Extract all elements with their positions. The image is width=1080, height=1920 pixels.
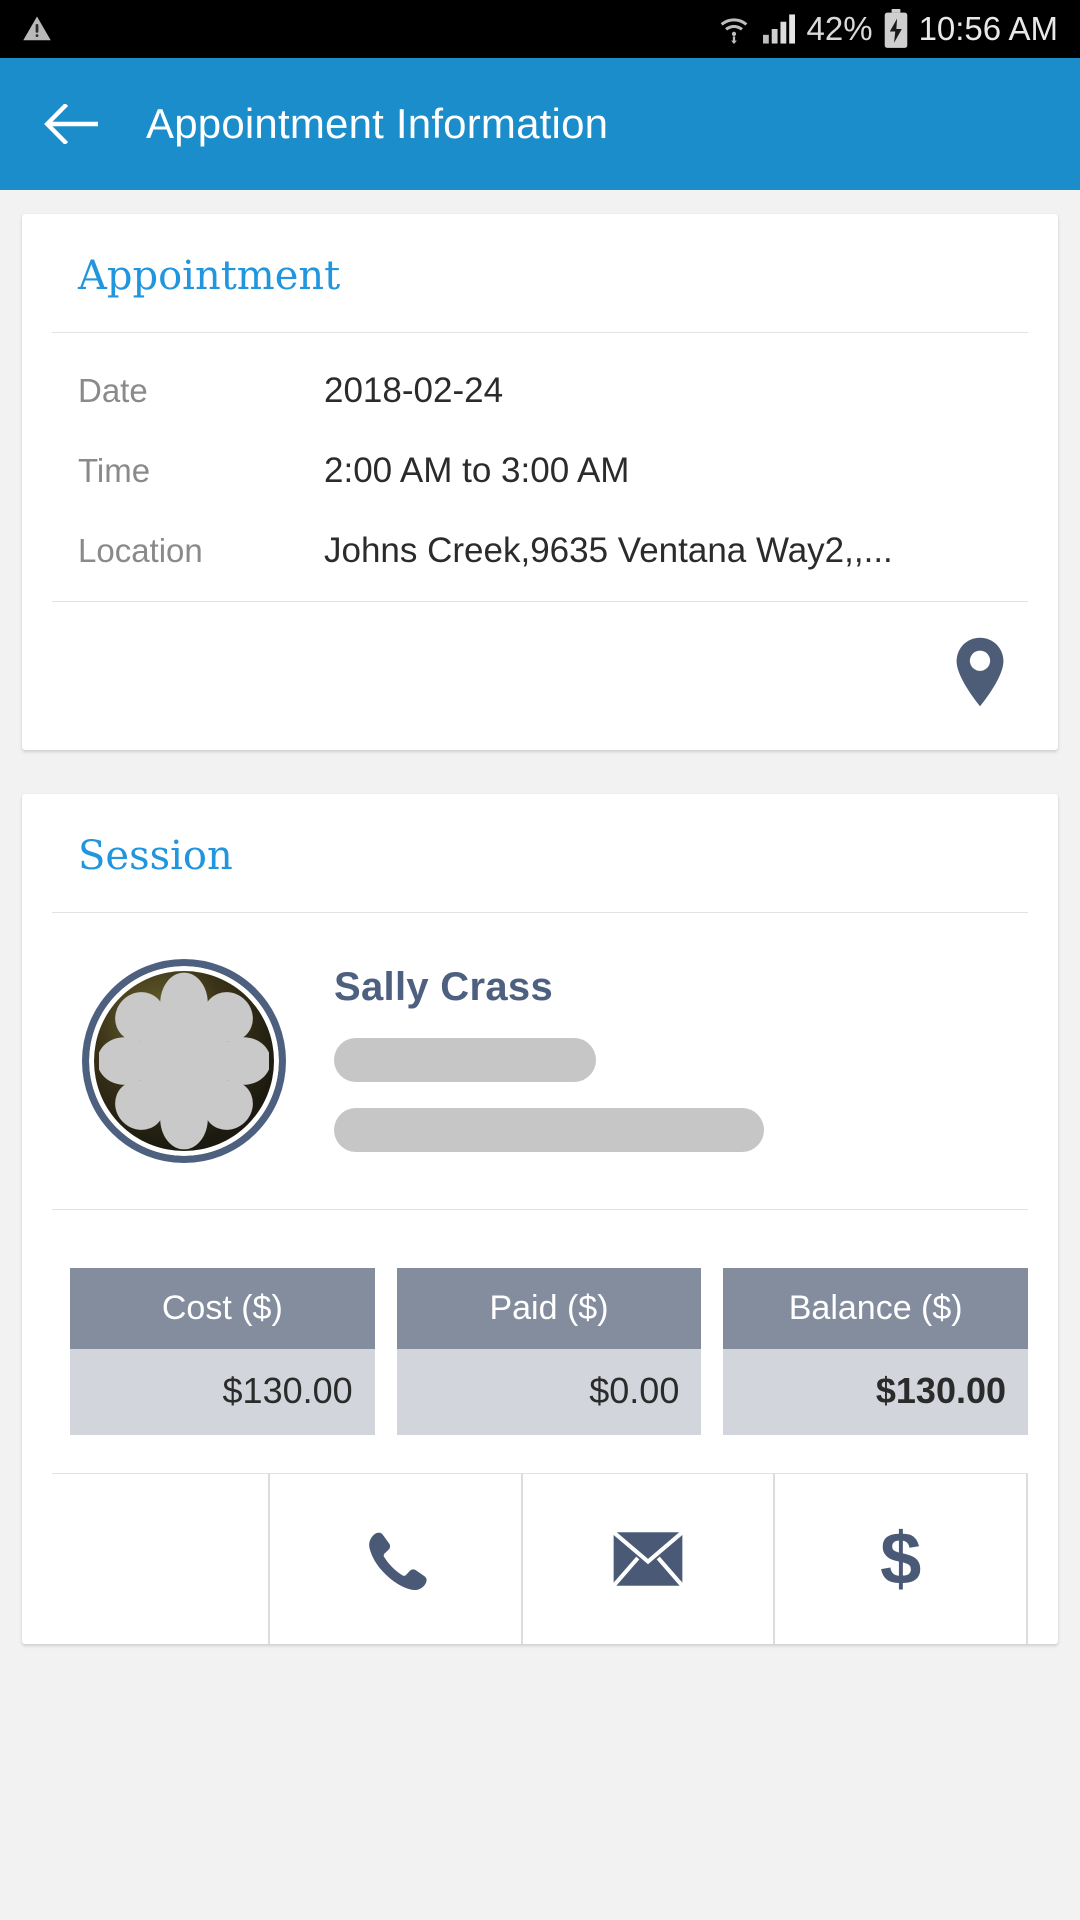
money-col-cost: Cost ($) $130.00 xyxy=(70,1268,375,1435)
location-value: Johns Creek,9635 Ventana Way2,,... xyxy=(324,531,893,570)
avatar[interactable] xyxy=(82,959,286,1163)
action-bar: $ xyxy=(52,1473,1029,1644)
page-content: Appointment Date 2018-02-24 Time 2:00 AM… xyxy=(0,190,1080,1644)
info-row-date: Date 2018-02-24 xyxy=(52,351,1028,431)
app-bar: Appointment Information xyxy=(0,58,1080,190)
back-arrow-icon[interactable] xyxy=(44,104,100,144)
map-pin-row xyxy=(52,602,1028,750)
map-pin-icon[interactable] xyxy=(952,636,1008,708)
session-card-title: Session xyxy=(78,833,233,879)
redacted-contact-line-1 xyxy=(334,1038,596,1082)
session-card: Session Sally Crass Cost ($) $130.00 Pai… xyxy=(22,794,1058,1644)
time-value: 2:00 AM to 3:00 AM xyxy=(324,451,630,490)
clock-label: 10:56 AM xyxy=(918,10,1058,47)
status-bar: 42% 10:56 AM xyxy=(0,0,1080,58)
person-name: Sally Crass xyxy=(334,965,554,1009)
phone-icon xyxy=(369,1532,427,1591)
paid-value: $0.00 xyxy=(396,1349,702,1435)
dollar-icon: $ xyxy=(880,1516,922,1600)
money-summary: Cost ($) $130.00 Paid ($) $0.00 Balance … xyxy=(52,1210,1029,1473)
battery-charging-icon xyxy=(884,9,907,48)
envelope-icon xyxy=(612,1530,684,1587)
cost-value: $130.00 xyxy=(70,1349,375,1435)
email-button-inner xyxy=(612,1530,684,1587)
warning-triangle-icon xyxy=(23,16,51,41)
payment-button-inner: $ xyxy=(880,1516,922,1600)
balance-header: Balance ($) xyxy=(723,1268,1029,1350)
email-button[interactable] xyxy=(520,1473,774,1644)
date-label: Date xyxy=(78,372,148,409)
session-person: Sally Crass xyxy=(52,913,1028,1209)
time-label: Time xyxy=(78,452,151,489)
info-row-location: Location Johns Creek,9635 Ventana Way2,,… xyxy=(52,511,1028,591)
avatar-redaction-blob-icon xyxy=(99,972,269,1150)
appointment-card: Appointment Date 2018-02-24 Time 2:00 AM… xyxy=(22,214,1058,750)
action-spacer xyxy=(52,1474,268,1644)
info-row-time: Time 2:00 AM to 3:00 AM xyxy=(52,431,1028,511)
status-bar-right: 42% 10:56 AM xyxy=(717,9,1058,49)
payment-button[interactable]: $ xyxy=(773,1473,1029,1644)
cost-header: Cost ($) xyxy=(70,1268,375,1350)
wifi-icon xyxy=(720,18,747,45)
call-button[interactable] xyxy=(268,1473,521,1644)
page-title: Appointment Information xyxy=(146,100,609,147)
balance-value: $130.00 xyxy=(723,1349,1029,1435)
paid-header: Paid ($) xyxy=(396,1268,702,1350)
money-col-balance: Balance ($) $130.00 xyxy=(723,1268,1029,1435)
money-col-paid: Paid ($) $0.00 xyxy=(396,1268,702,1435)
call-button-inner xyxy=(362,1526,428,1592)
appointment-info-rows: Date 2018-02-24 Time 2:00 AM to 3:00 AM … xyxy=(52,333,1028,601)
location-label: Location xyxy=(78,532,203,569)
person-meta: Sally Crass xyxy=(334,959,1028,1152)
status-bar-left xyxy=(22,14,717,44)
battery-percent-label: 42% xyxy=(806,10,873,47)
appointment-card-title: Appointment xyxy=(78,253,341,299)
cellular-signal-icon xyxy=(762,14,795,44)
money-table: Cost ($) $130.00 Paid ($) $0.00 Balance … xyxy=(52,1236,1029,1473)
redacted-contact-line-2 xyxy=(334,1108,764,1152)
date-value: 2018-02-24 xyxy=(324,371,504,410)
